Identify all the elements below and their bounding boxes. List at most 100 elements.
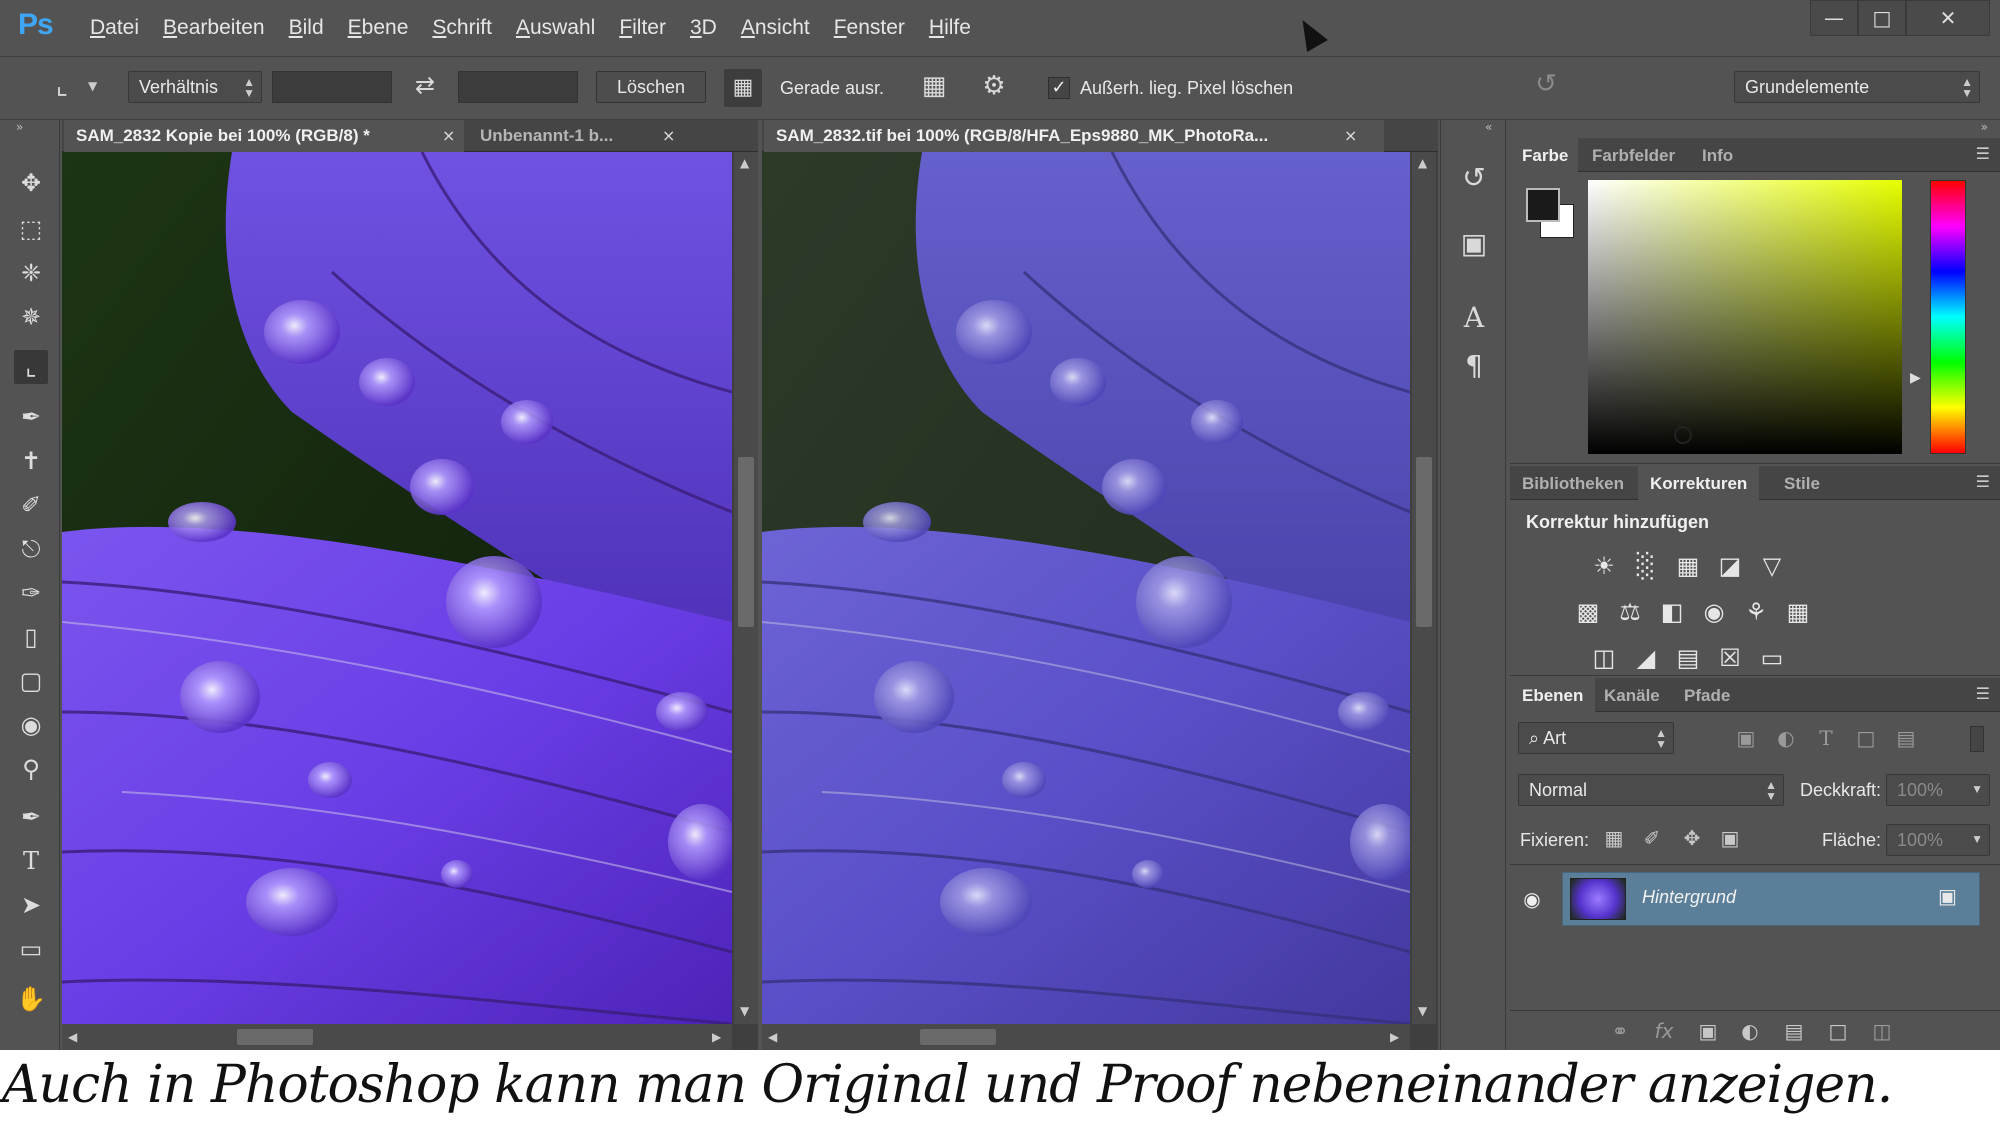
scroll-up-arrow-icon[interactable]: ▲	[740, 156, 749, 170]
filter-pixel-layer-icon[interactable]: ▣	[1732, 724, 1760, 752]
expand-tools-icon[interactable]: »	[16, 120, 23, 134]
filter-type-layer-icon[interactable]: T	[1812, 724, 1840, 752]
ratio-height-field[interactable]	[458, 71, 578, 103]
eraser-tool-icon[interactable]: ▯	[14, 620, 48, 654]
scroll-right-arrow-icon[interactable]: ▶	[1390, 1030, 1399, 1044]
reset-icon[interactable]: ↺	[1528, 69, 1564, 99]
opacity-field[interactable]: 100% ▼	[1886, 774, 1990, 806]
path-selection-tool-icon[interactable]: ➤	[14, 888, 48, 922]
lasso-tool-icon[interactable]: ❈	[14, 256, 48, 290]
crop-tool-preset-icon[interactable]: ⌞	[44, 71, 80, 101]
color-field[interactable]	[1588, 180, 1902, 454]
new-layer-icon[interactable]: □	[1824, 1017, 1852, 1045]
magic-wand-tool-icon[interactable]: ✵	[14, 300, 48, 334]
threshold-icon[interactable]: ▤	[1672, 642, 1704, 674]
delete-cropped-pixels-checkbox[interactable]: ✓	[1048, 77, 1070, 99]
history-panel-icon[interactable]: ↺	[1454, 158, 1494, 198]
tab-sam2832-tif[interactable]: SAM_2832.tif bei 100% (RGB/8/HFA_Eps9880…	[764, 120, 1384, 152]
layer-style-fx-icon[interactable]: fx	[1650, 1017, 1678, 1045]
menu-fenster[interactable]: Fenster	[834, 16, 905, 40]
type-tool-icon[interactable]: T	[14, 844, 48, 878]
filter-adjustment-layer-icon[interactable]: ◐	[1772, 724, 1800, 752]
scroll-up-arrow-icon[interactable]: ▲	[1418, 156, 1427, 170]
pen-tool-icon[interactable]: ✒	[14, 800, 48, 834]
lock-position-icon[interactable]: ✥	[1678, 824, 1706, 852]
channel-mixer-icon[interactable]: ⚘	[1740, 596, 1772, 628]
clone-stamp-tool-icon[interactable]: ⎋	[14, 532, 48, 566]
marquee-tool-icon[interactable]: ⬚	[14, 212, 48, 246]
lock-pixels-icon[interactable]: ✐	[1638, 824, 1666, 852]
image-canvas-proof[interactable]	[762, 152, 1410, 1024]
dodge-tool-icon[interactable]: ⚲	[14, 752, 48, 786]
horizontal-scrollbar-right[interactable]: ◀ ▶	[762, 1024, 1410, 1050]
filter-toggle-switch[interactable]	[1970, 726, 1984, 752]
blend-mode-dropdown[interactable]: Normal ▲ ▼	[1518, 774, 1784, 806]
vertical-scrollbar-right[interactable]: ▲ ▼	[1412, 152, 1436, 1024]
hand-tool-icon[interactable]: ✋	[14, 982, 48, 1016]
scroll-thumb[interactable]	[738, 457, 754, 627]
fill-field[interactable]: 100% ▼	[1886, 824, 1990, 856]
filter-shape-layer-icon[interactable]: □	[1852, 724, 1880, 752]
gradient-map-icon[interactable]: ▭	[1756, 642, 1788, 674]
lock-transparency-icon[interactable]: ▦	[1600, 824, 1628, 852]
expand-panels-icon[interactable]: »	[1981, 120, 1988, 134]
scroll-down-arrow-icon[interactable]: ▼	[740, 1004, 749, 1018]
scroll-left-arrow-icon[interactable]: ◀	[68, 1030, 77, 1044]
levels-icon[interactable]: ░	[1630, 550, 1662, 582]
tab-info[interactable]: Info	[1690, 138, 1745, 172]
ratio-dropdown[interactable]: Verhältnis ▲ ▼	[128, 71, 262, 103]
hue-saturation-icon[interactable]: ▩	[1572, 596, 1604, 628]
scroll-left-arrow-icon[interactable]: ◀	[768, 1030, 777, 1044]
menu-3d[interactable]: 3D	[690, 16, 717, 40]
menu-ebene[interactable]: Ebene	[348, 16, 409, 40]
menu-auswahl[interactable]: Auswahl	[516, 16, 595, 40]
clear-button[interactable]: Löschen	[596, 71, 706, 103]
healing-brush-tool-icon[interactable]: ✝	[14, 444, 48, 478]
preset-dropdown-arrow-icon[interactable]: ▼	[88, 79, 97, 93]
eyedropper-tool-icon[interactable]: ✒	[14, 400, 48, 434]
swap-icon[interactable]: ⇄	[408, 71, 442, 99]
close-tab-icon[interactable]: ×	[662, 126, 675, 145]
lock-all-icon[interactable]: ▣	[1716, 824, 1744, 852]
vibrance-icon[interactable]: ▽	[1756, 550, 1788, 582]
character-panel-icon[interactable]: A	[1454, 298, 1494, 338]
maximize-button[interactable]: □	[1858, 0, 1906, 36]
ratio-width-field[interactable]	[272, 71, 392, 103]
blur-tool-icon[interactable]: ◉	[14, 708, 48, 742]
image-canvas-original[interactable]	[62, 152, 732, 1024]
link-layers-icon[interactable]: ⚭	[1606, 1017, 1634, 1045]
selective-color-icon[interactable]: ☒	[1714, 642, 1746, 674]
tab-kanaele[interactable]: Kanäle	[1592, 678, 1672, 712]
crop-tool-icon[interactable]: ⌞	[14, 350, 48, 384]
horizontal-scrollbar-left[interactable]: ◀ ▶	[62, 1024, 732, 1050]
vertical-scrollbar-left[interactable]: ▲ ▼	[734, 152, 758, 1024]
close-tab-icon[interactable]: ×	[1344, 126, 1357, 145]
layer-filter-dropdown[interactable]: ⌕ Art ▲ ▼	[1518, 722, 1674, 754]
trash-icon[interactable]: ◫	[1868, 1017, 1896, 1045]
tab-unbenannt-1[interactable]: Unbenannt-1 b...	[468, 120, 752, 152]
filter-smart-object-icon[interactable]: ▤	[1892, 724, 1920, 752]
color-picker-handle[interactable]	[1674, 426, 1692, 444]
grid-overlay-icon[interactable]: ▦	[916, 71, 952, 101]
close-window-button[interactable]: ✕	[1906, 0, 1990, 36]
tab-stile[interactable]: Stile	[1772, 466, 1832, 500]
menu-bild[interactable]: Bild	[289, 16, 324, 40]
close-tab-icon[interactable]: ×	[442, 126, 455, 145]
collapse-dock-icon[interactable]: «	[1485, 120, 1492, 134]
foreground-color-swatch[interactable]	[1526, 188, 1560, 222]
tab-pfade[interactable]: Pfade	[1672, 678, 1742, 712]
menu-bearbeiten[interactable]: Bearbeiten	[163, 16, 265, 40]
scroll-thumb[interactable]	[1416, 457, 1432, 627]
posterize-icon[interactable]: ◢	[1630, 642, 1662, 674]
menu-schrift[interactable]: Schrift	[432, 16, 492, 40]
layer-row[interactable]: ◉ Hintergrund ▣	[1510, 872, 1986, 926]
tab-farbfelder[interactable]: Farbfelder	[1580, 138, 1687, 172]
scroll-down-arrow-icon[interactable]: ▼	[1418, 1004, 1427, 1018]
straighten-icon[interactable]: ▦	[724, 69, 762, 107]
scroll-right-arrow-icon[interactable]: ▶	[712, 1030, 721, 1044]
menu-datei[interactable]: Datei	[90, 16, 139, 40]
new-adjustment-layer-icon[interactable]: ◐	[1736, 1017, 1764, 1045]
straighten-label[interactable]: Gerade ausr.	[780, 78, 884, 99]
history-brush-tool-icon[interactable]: ✑	[14, 576, 48, 610]
panel-menu-icon[interactable]: ☰	[1976, 684, 1990, 703]
